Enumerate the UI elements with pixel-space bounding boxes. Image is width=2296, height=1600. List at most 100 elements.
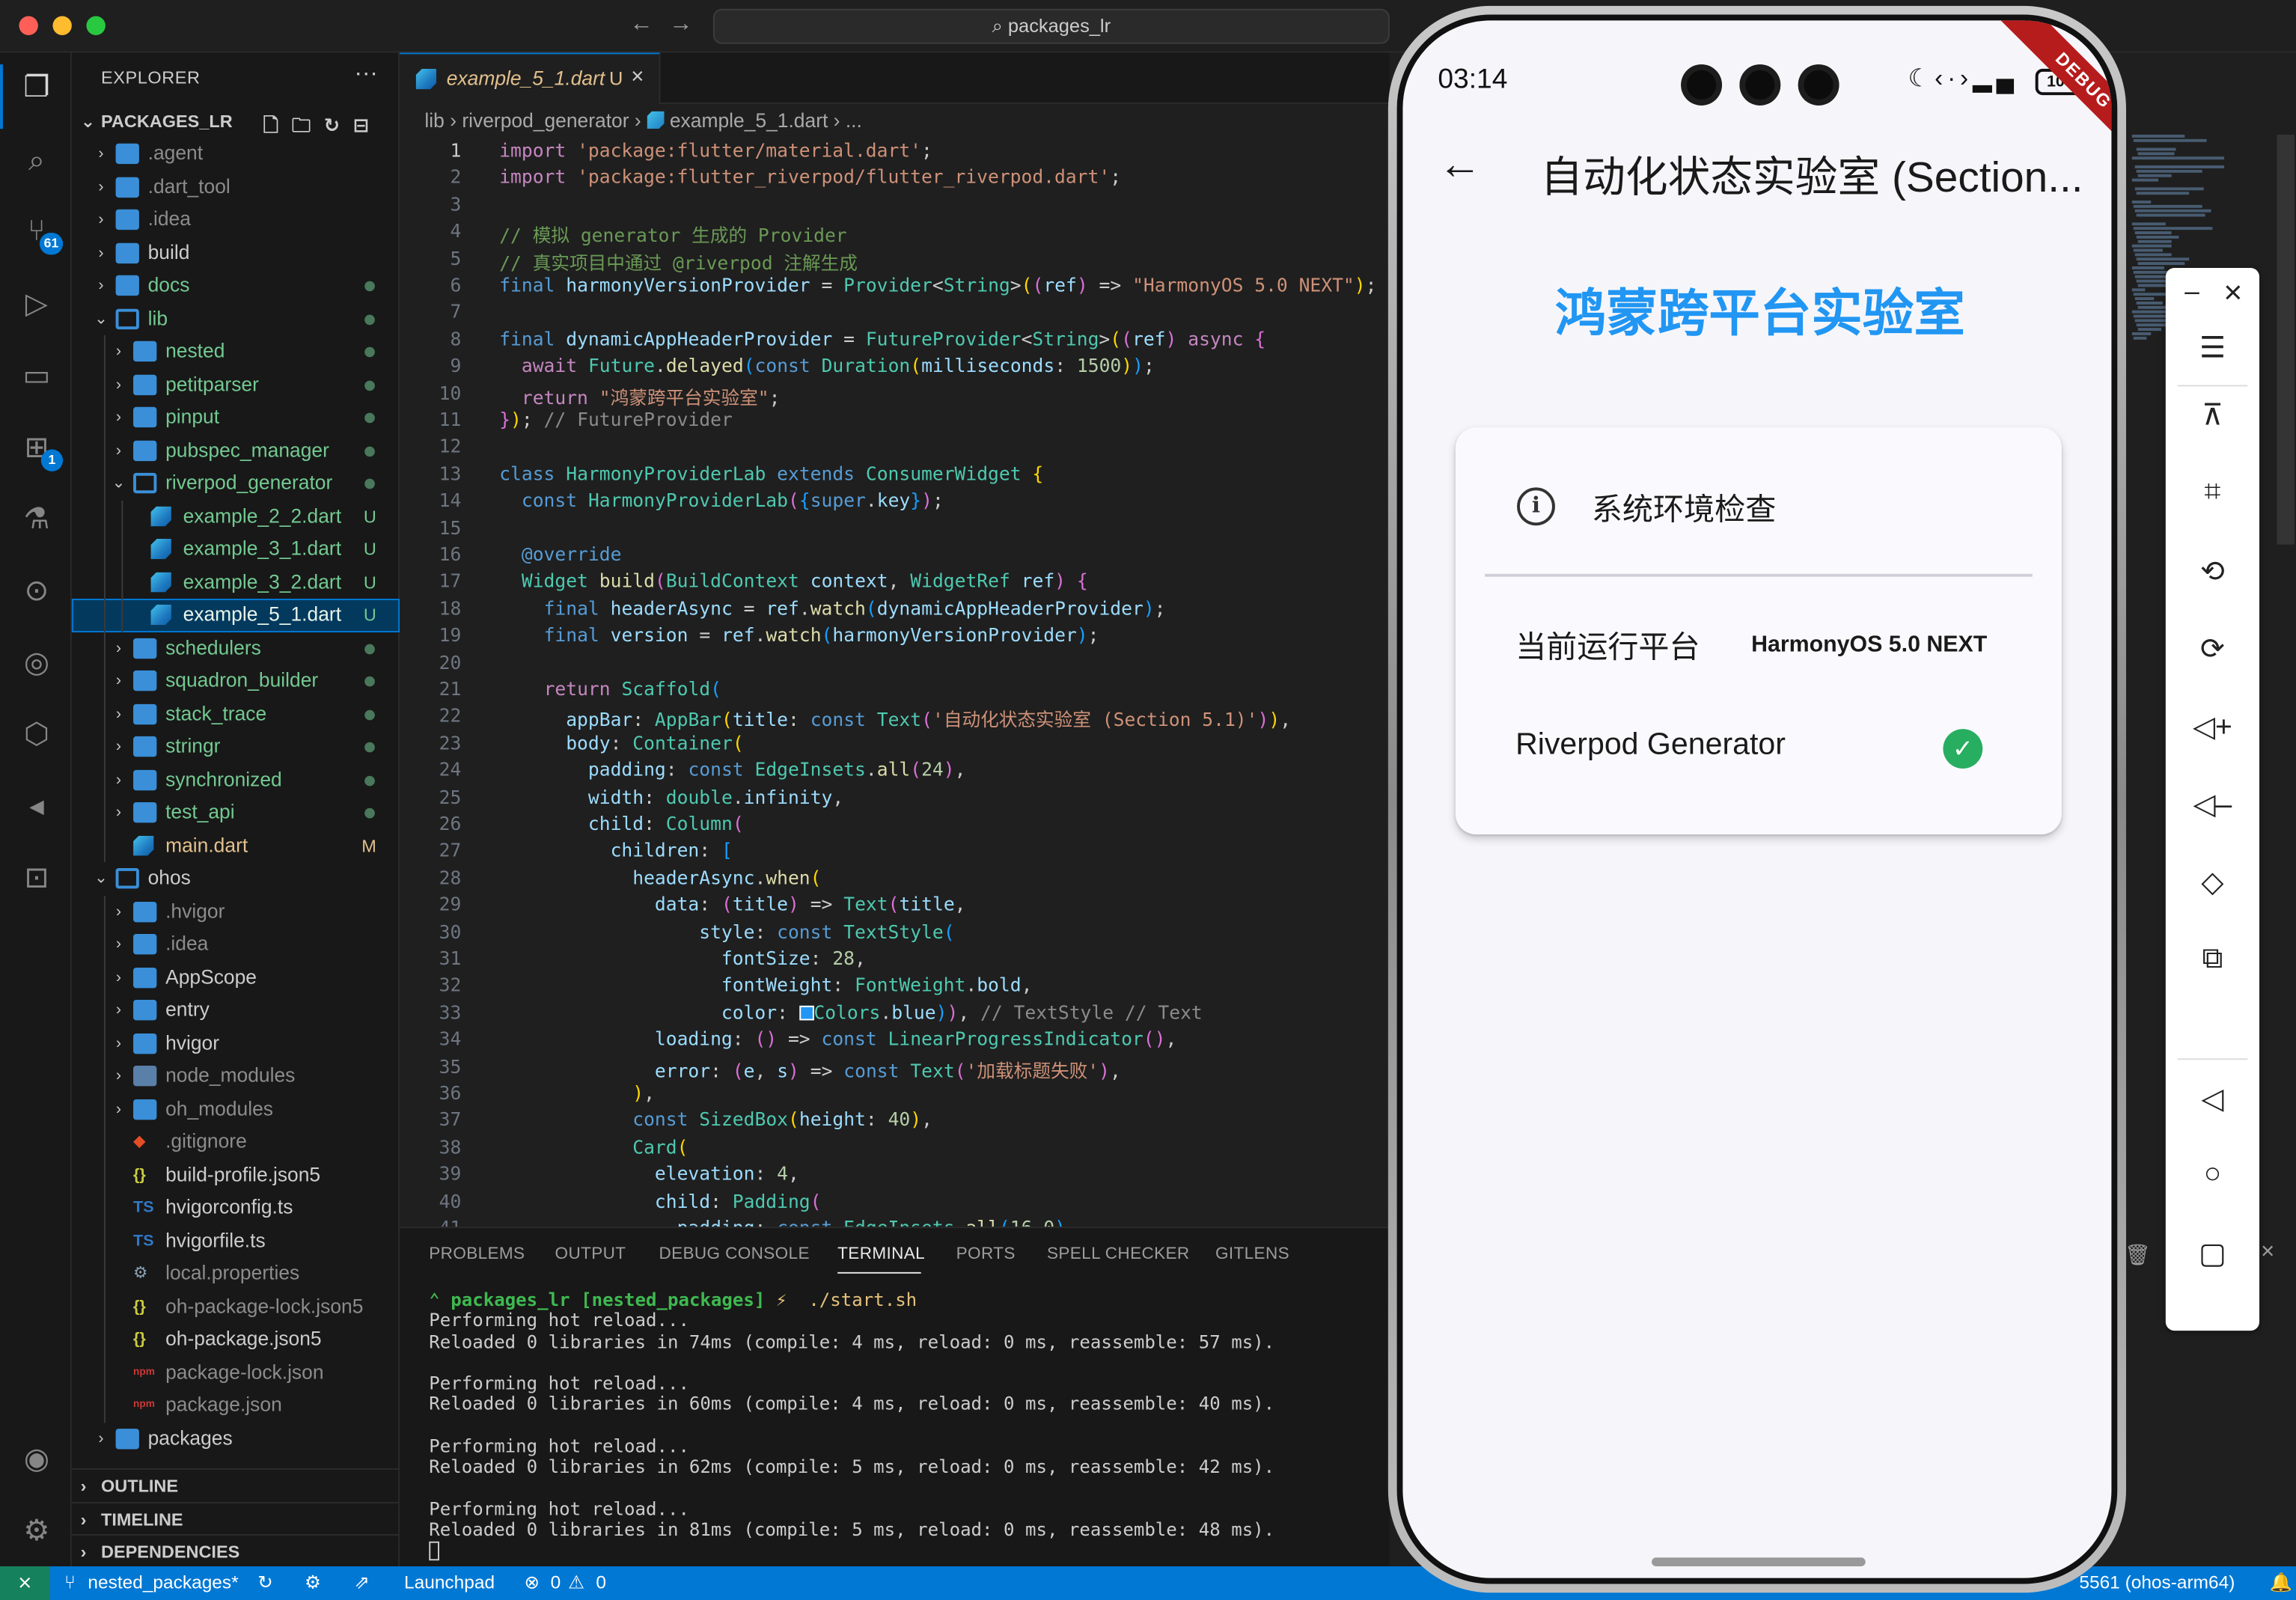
- code-line[interactable]: const SizedBox(height: 40),: [499, 1109, 932, 1131]
- notifications-icon[interactable]: 🔔: [2270, 1566, 2292, 1600]
- code-line[interactable]: loading: () => const LinearProgressIndic…: [499, 1028, 1176, 1050]
- new-folder-icon[interactable]: 🗀: [292, 114, 324, 136]
- file-item[interactable]: example_3_1.dart U: [72, 533, 400, 567]
- tab-example-5-1[interactable]: example_5_1.dart U ×: [400, 52, 661, 104]
- breadcrumb-item[interactable]: example_5_1.dart: [670, 110, 828, 132]
- chevron-right-icon[interactable]: ›: [92, 138, 109, 171]
- remote-icon[interactable]: ⨯: [0, 1566, 50, 1600]
- code-line[interactable]: final dynamicAppHeaderProvider = FutureP…: [499, 328, 1265, 349]
- code-line[interactable]: child: Column(: [499, 813, 744, 834]
- folder-item[interactable]: ⌄ lib: [72, 302, 400, 335]
- chevron-down-icon[interactable]: ⌄: [92, 302, 109, 335]
- file-item[interactable]: TS hvigorfile.ts: [72, 1224, 400, 1258]
- timeline-section[interactable]: › TIMELINE: [71, 1501, 400, 1534]
- close-icon[interactable]: ×: [631, 64, 644, 89]
- branch-name[interactable]: nested_packages*: [88, 1566, 238, 1600]
- chevron-right-icon[interactable]: ›: [110, 994, 127, 1027]
- chevron-right-icon[interactable]: ›: [92, 269, 109, 302]
- code-line[interactable]: // 真实项目中通过 @riverpod 注解生成: [499, 247, 858, 275]
- tab-terminal[interactable]: TERMINAL: [837, 1246, 925, 1263]
- code-line[interactable]: fontWeight: FontWeight.bold,: [499, 974, 1033, 996]
- warning-icon[interactable]: ⚠: [568, 1566, 584, 1600]
- remote-explorer-icon[interactable]: ▭: [16, 355, 58, 397]
- folder-item[interactable]: › .hvigor: [72, 895, 400, 929]
- dependencies-section[interactable]: › DEPENDENCIES: [71, 1533, 400, 1566]
- code-line[interactable]: return Scaffold(: [499, 678, 721, 700]
- workspace-root[interactable]: ⌄ PACKAGES_LR 🗋🗀↻⊟: [72, 106, 400, 138]
- file-item[interactable]: example_3_2.dart U: [72, 566, 400, 599]
- debug-icon[interactable]: ⚙: [305, 1566, 321, 1600]
- folder-item[interactable]: › pubspec_manager: [72, 433, 400, 467]
- file-item[interactable]: ⚙ local.properties: [72, 1257, 400, 1291]
- testing-icon[interactable]: ⚗: [16, 499, 58, 540]
- back-icon[interactable]: ◁: [2166, 1081, 2259, 1117]
- file-item[interactable]: example_2_2.dart U: [72, 500, 400, 534]
- account-icon[interactable]: ◉: [16, 1439, 58, 1480]
- collapse-all-icon[interactable]: ⊟: [353, 114, 382, 136]
- zoom-window-button[interactable]: [86, 16, 106, 35]
- breadcrumb-item[interactable]: lib: [424, 110, 444, 132]
- warning-count[interactable]: 0: [596, 1566, 606, 1600]
- code-line[interactable]: // 模拟 generator 生成的 Provider: [499, 220, 846, 248]
- code-line[interactable]: final version = ref.watch(harmonyVersion…: [499, 624, 1099, 646]
- code-line[interactable]: style: const TextStyle(: [499, 920, 954, 942]
- chevron-right-icon[interactable]: ›: [92, 171, 109, 204]
- code-line[interactable]: width: double.infinity,: [499, 786, 843, 807]
- chevron-right-icon[interactable]: ›: [110, 632, 127, 665]
- folder-item[interactable]: › petitparser: [72, 367, 400, 401]
- folder-item[interactable]: › oh_modules: [72, 1093, 400, 1126]
- code-line[interactable]: import 'package:flutter/material.dart';: [499, 139, 932, 161]
- code-line[interactable]: data: (title) => Text(title,: [499, 894, 966, 915]
- chevron-right-icon[interactable]: ›: [110, 368, 127, 401]
- folder-item[interactable]: › .agent: [72, 138, 400, 171]
- container-icon[interactable]: ⬡: [16, 715, 58, 756]
- close-icon[interactable]: ×: [2186, 274, 2280, 312]
- launchpad-label[interactable]: Launchpad: [404, 1566, 495, 1600]
- code-line[interactable]: body: Container(: [499, 732, 743, 754]
- chevron-right-icon[interactable]: ›: [92, 204, 109, 236]
- file-item[interactable]: main.dart M: [72, 829, 400, 863]
- back-arrow-icon[interactable]: ←: [629, 12, 653, 38]
- code-editor[interactable]: 1 import 'package:flutter/material.dart';…: [400, 135, 1390, 1227]
- volume-up-icon[interactable]: ◁+: [2166, 709, 2259, 745]
- outline-section[interactable]: › OUTLINE: [71, 1468, 400, 1500]
- folder-item[interactable]: › .idea: [72, 204, 400, 236]
- menu-icon[interactable]: ☰: [2166, 329, 2259, 366]
- folder-item[interactable]: › nested: [72, 335, 400, 368]
- run-debug-icon[interactable]: ▷: [16, 284, 58, 325]
- chevron-right-icon[interactable]: ›: [92, 236, 109, 269]
- chevron-right-icon[interactable]: ›: [110, 401, 127, 434]
- search-icon[interactable]: ⌕: [16, 141, 58, 182]
- chevron-right-icon[interactable]: ›: [110, 730, 127, 763]
- gitlens-icon[interactable]: ⊙: [16, 571, 58, 612]
- close-window-button[interactable]: [19, 16, 38, 35]
- folder-item[interactable]: › synchronized: [72, 763, 400, 797]
- folder-item[interactable]: › schedulers: [72, 632, 400, 665]
- file-item[interactable]: example_5_1.dart U: [71, 599, 400, 632]
- code-line[interactable]: await Future.delayed(const Duration(mill…: [499, 355, 1155, 376]
- tab-spell-checker[interactable]: SPELL CHECKER: [1047, 1246, 1190, 1263]
- scrollbar-thumb[interactable]: [2277, 134, 2295, 545]
- tab-debug-console[interactable]: DEBUG CONSOLE: [659, 1246, 809, 1263]
- device-label[interactable]: 5561 (ohos-arm64): [2079, 1566, 2235, 1600]
- sync-icon[interactable]: ↻: [257, 1566, 273, 1600]
- new-file-icon[interactable]: 🗋: [263, 114, 292, 136]
- chevron-down-icon[interactable]: ⌄: [110, 467, 127, 500]
- code-line[interactable]: children: [: [499, 840, 733, 861]
- code-line[interactable]: appBar: AppBar(title: const Text('自动化状态实…: [499, 705, 1291, 733]
- chevron-right-icon[interactable]: ›: [110, 665, 127, 697]
- trash-icon[interactable]: 🗑: [2125, 1243, 2151, 1268]
- inspect-icon[interactable]: ⊡: [16, 858, 58, 899]
- rocket-icon[interactable]: ⇗: [354, 1566, 370, 1600]
- code-line[interactable]: padding: const EdgeInsets.all(16.0),: [499, 1217, 1077, 1227]
- code-line[interactable]: class HarmonyProviderLab extends Consume…: [499, 462, 1043, 484]
- tab-output[interactable]: OUTPUT: [555, 1246, 626, 1263]
- chevron-right-icon[interactable]: ›: [110, 763, 127, 796]
- folder-item[interactable]: ⌄ ohos: [72, 862, 400, 895]
- file-item[interactable]: ◆ .gitignore: [72, 1126, 400, 1159]
- rotate-right-icon[interactable]: ⟳: [2166, 631, 2259, 668]
- file-item[interactable]: {} oh-package.json5: [72, 1323, 400, 1357]
- code-line[interactable]: const HarmonyProviderLab({super.key});: [499, 489, 944, 511]
- chevron-right-icon[interactable]: ›: [110, 335, 127, 368]
- fold-icon[interactable]: ◇: [2166, 864, 2259, 900]
